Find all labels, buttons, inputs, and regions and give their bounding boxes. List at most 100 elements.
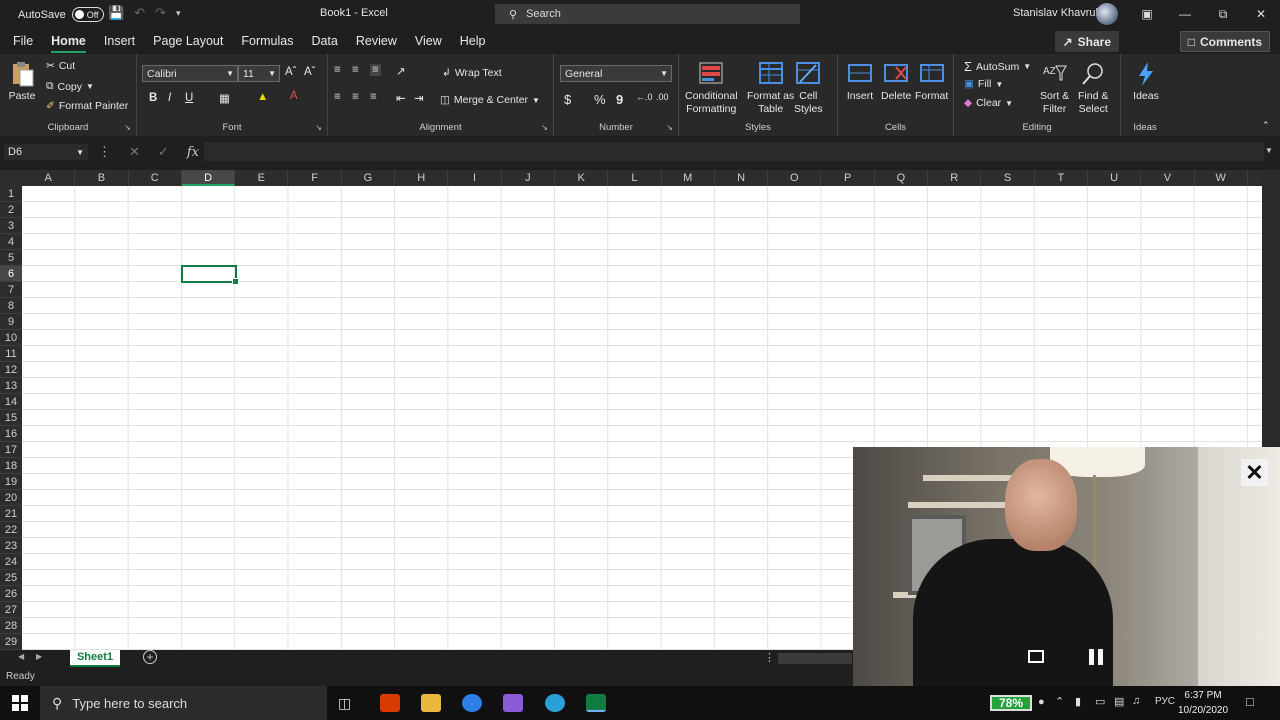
column-header[interactable]: M — [662, 170, 715, 186]
pause-icon[interactable] — [1089, 649, 1105, 665]
insert-cells-button[interactable]: Insert — [846, 60, 874, 103]
decrease-indent-icon[interactable]: ⇤ — [396, 91, 406, 105]
find-select-button[interactable]: Find & Select — [1078, 60, 1108, 116]
tab-insert[interactable]: Insert — [95, 28, 144, 54]
column-header[interactable]: Q — [875, 170, 929, 186]
align-right-icon[interactable]: ≡ — [370, 91, 377, 103]
merge-center-button[interactable]: ◫ Merge & Center ▼ — [440, 94, 540, 106]
column-header[interactable]: B — [75, 170, 129, 186]
number-format-select[interactable]: General ▼ — [560, 65, 672, 82]
network-icon[interactable]: ▤ — [1114, 695, 1124, 708]
row-header[interactable]: 15 — [0, 410, 22, 426]
share-button[interactable]: ↗ Share — [1054, 31, 1119, 52]
name-box[interactable]: D6 ▼ — [4, 144, 88, 160]
column-header[interactable]: P — [822, 170, 875, 186]
cut-button[interactable]: ✂ Cut — [46, 60, 75, 72]
column-header[interactable]: C — [129, 170, 182, 186]
copy-button[interactable]: ⧉ Copy ▼ — [46, 80, 94, 93]
row-header[interactable]: 28 — [0, 618, 22, 634]
row-header[interactable]: 2 — [0, 202, 22, 218]
redo-icon[interactable]: ↷ — [155, 5, 166, 21]
column-header[interactable]: V — [1141, 170, 1195, 186]
column-header[interactable]: H — [395, 170, 449, 186]
fill-color-icon[interactable]: ▲ — [257, 91, 268, 103]
align-left-icon[interactable]: ≡ — [334, 91, 341, 103]
avatar[interactable] — [1096, 3, 1118, 25]
column-header[interactable]: E — [235, 170, 289, 186]
bold-button[interactable]: B — [149, 92, 157, 104]
windows-start-icon[interactable] — [12, 695, 28, 711]
language-indicator[interactable]: РУС — [1155, 696, 1175, 707]
notifications-icon[interactable]: □ — [1246, 694, 1254, 709]
visual-studio-icon[interactable] — [503, 694, 523, 712]
battery-icon[interactable]: ▭ — [1095, 695, 1105, 708]
tab-file[interactable]: File — [0, 28, 42, 54]
sort-filter-button[interactable]: AZ Sort & Filter — [1040, 60, 1069, 116]
row-header[interactable]: 26 — [0, 586, 22, 602]
insert-function-icon[interactable]: fx — [187, 145, 199, 160]
expand-formula-icon[interactable]: ▼ — [1265, 146, 1273, 155]
row-header[interactable]: 20 — [0, 490, 22, 506]
row-header[interactable]: 4 — [0, 234, 22, 250]
format-painter-button[interactable]: ✐ Format Painter — [46, 100, 128, 112]
row-header[interactable]: 11 — [0, 346, 22, 362]
close-video-button[interactable]: ✕ — [1241, 459, 1268, 486]
row-header[interactable]: 25 — [0, 570, 22, 586]
column-header[interactable]: T — [1035, 170, 1088, 186]
row-header[interactable]: 17 — [0, 442, 22, 458]
percent-button[interactable]: % — [594, 92, 606, 107]
tab-help[interactable]: Help — [451, 28, 495, 54]
row-header[interactable]: 21 — [0, 506, 22, 522]
comments-button[interactable]: □ Comments — [1179, 31, 1270, 52]
column-header[interactable]: S — [981, 170, 1035, 186]
row-header[interactable]: 18 — [0, 458, 22, 474]
undo-icon[interactable]: ↶ — [134, 5, 145, 21]
dialog-launcher-icon[interactable]: ↘ — [315, 123, 322, 132]
search-box[interactable]: ⚲ Search — [495, 4, 800, 24]
row-header[interactable]: 29 — [0, 634, 22, 650]
user-name[interactable]: Stanislav Khavruk — [1013, 7, 1101, 19]
row-header[interactable]: 23 — [0, 538, 22, 554]
sheet-tab-sheet1[interactable]: Sheet1 — [70, 650, 120, 667]
row-header[interactable]: 6 — [0, 266, 22, 282]
formula-input[interactable] — [204, 142, 1264, 161]
column-header[interactable]: J — [502, 170, 555, 186]
italic-button[interactable]: I — [168, 92, 171, 104]
format-as-table-button[interactable]: Format as Table — [747, 60, 794, 116]
minimize-icon[interactable]: — — [1166, 0, 1204, 28]
scroll-right-icon[interactable]: ▶ — [36, 652, 42, 661]
fill-button[interactable]: ▣ Fill ▼ — [964, 78, 1003, 90]
comma-button[interactable]: 9 — [616, 92, 623, 107]
usb-icon[interactable]: ▮ — [1075, 695, 1081, 708]
add-sheet-icon[interactable]: + — [143, 650, 157, 664]
enter-icon[interactable]: ✓ — [158, 144, 169, 160]
decrease-font-icon[interactable]: Aˇ — [304, 66, 316, 78]
dialog-launcher-icon[interactable]: ↘ — [124, 123, 131, 132]
dialog-launcher-icon[interactable]: ↘ — [541, 123, 548, 132]
column-header[interactable]: D — [181, 170, 236, 186]
row-header[interactable]: 13 — [0, 378, 22, 394]
telegram-icon[interactable] — [545, 694, 565, 712]
borders-icon[interactable]: ▦ — [219, 91, 230, 105]
more-icon[interactable]: ⋮ — [764, 651, 775, 664]
row-header[interactable]: 12 — [0, 362, 22, 378]
delete-cells-button[interactable]: Delete — [881, 60, 911, 103]
decrease-decimal-icon[interactable]: .00 — [656, 92, 669, 102]
scroll-left-icon[interactable]: ◀ — [18, 652, 24, 661]
column-header[interactable]: O — [768, 170, 822, 186]
row-header[interactable]: 27 — [0, 602, 22, 618]
increase-decimal-icon[interactable]: ←.0 — [636, 92, 653, 102]
office-icon[interactable] — [380, 694, 400, 712]
row-header[interactable]: 14 — [0, 394, 22, 410]
tab-page-layout[interactable]: Page Layout — [144, 28, 232, 54]
orientation-icon[interactable]: ↗ — [396, 64, 406, 78]
power-icon[interactable]: ● — [1038, 696, 1045, 708]
cell-styles-button[interactable]: Cell Styles — [794, 60, 823, 116]
picture-in-picture-icon[interactable] — [1028, 650, 1044, 663]
taskbar-search[interactable]: ⚲ Type here to search — [40, 686, 327, 720]
align-bottom-icon[interactable]: ≡ — [370, 64, 381, 76]
dialog-launcher-icon[interactable]: ↘ — [666, 123, 673, 132]
video-overlay[interactable]: ✕ — [853, 447, 1280, 687]
collapse-ribbon-icon[interactable]: ⌃ — [1262, 120, 1270, 131]
clear-button[interactable]: ◆ Clear ▼ — [964, 97, 1013, 109]
